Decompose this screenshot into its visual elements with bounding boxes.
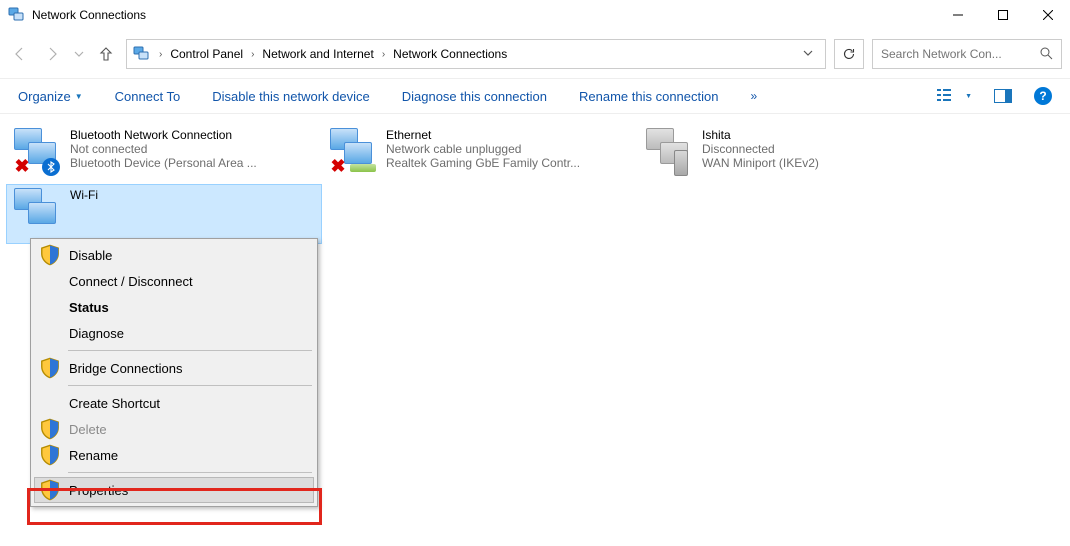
rename-button[interactable]: Rename this connection	[579, 89, 718, 104]
connection-list: ✖ Bluetooth Network Connection Not conne…	[6, 124, 1064, 244]
shield-icon	[39, 479, 61, 501]
menu-label: Diagnose	[69, 326, 124, 341]
ethernet-plug-icon	[350, 164, 376, 172]
content-area: ✖ Bluetooth Network Connection Not conne…	[0, 114, 1070, 254]
menu-item-status[interactable]: Status	[34, 294, 314, 320]
menu-label: Properties	[69, 483, 128, 498]
search-box[interactable]	[872, 39, 1062, 69]
more-commands[interactable]: »	[750, 89, 757, 103]
connection-device: Realtek Gaming GbE Family Contr...	[386, 156, 580, 170]
app-icon	[8, 7, 24, 23]
preview-pane-button[interactable]	[994, 89, 1012, 103]
up-button[interactable]	[94, 42, 118, 66]
breadcrumb-segment[interactable]: Control Panel	[166, 47, 247, 61]
menu-label: Connect / Disconnect	[69, 274, 193, 289]
refresh-button[interactable]	[834, 39, 864, 69]
organize-label: Organize	[18, 89, 71, 104]
chevron-right-icon[interactable]: ›	[247, 49, 258, 60]
wan-miniport-icon	[674, 150, 688, 176]
window-title: Network Connections	[32, 8, 935, 22]
connection-device: Bluetooth Device (Personal Area ...	[70, 156, 257, 170]
menu-label: Bridge Connections	[69, 361, 182, 376]
chevron-down-icon: ▼	[75, 92, 83, 101]
network-icon	[644, 128, 694, 176]
address-bar[interactable]: › Control Panel › Network and Internet ›…	[126, 39, 826, 69]
connection-name: Ethernet	[386, 128, 580, 142]
menu-item-create-shortcut[interactable]: Create Shortcut	[34, 390, 314, 416]
minimize-button[interactable]	[935, 0, 980, 30]
menu-item-connect[interactable]: Connect / Disconnect	[34, 268, 314, 294]
shield-icon	[39, 244, 61, 266]
menu-item-disable[interactable]: Disable	[34, 242, 314, 268]
network-icon: ✖	[12, 128, 62, 176]
menu-label: Disable	[69, 248, 112, 263]
titlebar: Network Connections	[0, 0, 1070, 30]
shield-icon	[39, 418, 61, 440]
close-button[interactable]	[1025, 0, 1070, 30]
menu-separator	[68, 350, 312, 351]
menu-label: Rename	[69, 448, 118, 463]
menu-separator	[68, 472, 312, 473]
menu-item-delete: Delete	[34, 416, 314, 442]
connection-name: Bluetooth Network Connection	[70, 128, 257, 142]
connection-name: Wi-Fi	[70, 188, 98, 202]
x-icon: ✖	[328, 156, 348, 176]
network-icon	[12, 188, 62, 236]
command-bar: Organize ▼ Connect To Disable this netwo…	[0, 78, 1070, 114]
connection-item-ethernet[interactable]: ✖ Ethernet Network cable unplugged Realt…	[322, 124, 638, 184]
shield-icon	[39, 357, 61, 379]
connect-to-button[interactable]: Connect To	[115, 89, 181, 104]
view-options-button[interactable]: ▼	[937, 88, 972, 104]
help-button[interactable]: ?	[1034, 87, 1052, 105]
breadcrumb-segment[interactable]: Network and Internet	[258, 47, 377, 61]
connection-status: Not connected	[70, 142, 257, 156]
menu-label: Delete	[69, 422, 107, 437]
shield-icon	[39, 444, 61, 466]
menu-item-rename[interactable]: Rename	[34, 442, 314, 468]
connection-device: WAN Miniport (IKEv2)	[702, 156, 819, 170]
menu-label: Status	[69, 300, 109, 315]
connection-status: Network cable unplugged	[386, 142, 580, 156]
menu-item-bridge[interactable]: Bridge Connections	[34, 355, 314, 381]
chevron-right-icon[interactable]: ›	[378, 49, 389, 60]
connection-item-bluetooth[interactable]: ✖ Bluetooth Network Connection Not conne…	[6, 124, 322, 184]
connection-name: Ishita	[702, 128, 819, 142]
network-icon: ✖	[328, 128, 378, 176]
menu-item-diagnose[interactable]: Diagnose	[34, 320, 314, 346]
menu-label: Create Shortcut	[69, 396, 160, 411]
nav-row: › Control Panel › Network and Internet ›…	[0, 36, 1070, 72]
connection-item-wifi[interactable]: Wi-Fi	[6, 184, 322, 244]
breadcrumb-segment[interactable]: Network Connections	[389, 47, 511, 61]
back-button[interactable]	[8, 42, 32, 66]
menu-separator	[68, 385, 312, 386]
chevron-right-icon[interactable]: ›	[155, 49, 166, 60]
organize-menu[interactable]: Organize ▼	[18, 89, 83, 104]
search-icon[interactable]	[1039, 46, 1053, 63]
forward-button[interactable]	[40, 42, 64, 66]
maximize-button[interactable]	[980, 0, 1025, 30]
connection-status: Disconnected	[702, 142, 819, 156]
diagnose-button[interactable]: Diagnose this connection	[402, 89, 547, 104]
address-dropdown[interactable]	[797, 47, 819, 61]
recent-dropdown[interactable]	[72, 42, 86, 66]
search-input[interactable]	[881, 47, 1035, 61]
menu-item-properties[interactable]: Properties	[34, 477, 314, 503]
chevron-down-icon: ▼	[965, 93, 972, 100]
context-menu: Disable Connect / Disconnect Status Diag…	[30, 238, 318, 507]
x-icon: ✖	[12, 156, 32, 176]
address-icon	[133, 46, 149, 62]
bluetooth-icon	[42, 158, 60, 176]
connection-item-ishita[interactable]: Ishita Disconnected WAN Miniport (IKEv2)	[638, 124, 954, 184]
disable-device-button[interactable]: Disable this network device	[212, 89, 370, 104]
